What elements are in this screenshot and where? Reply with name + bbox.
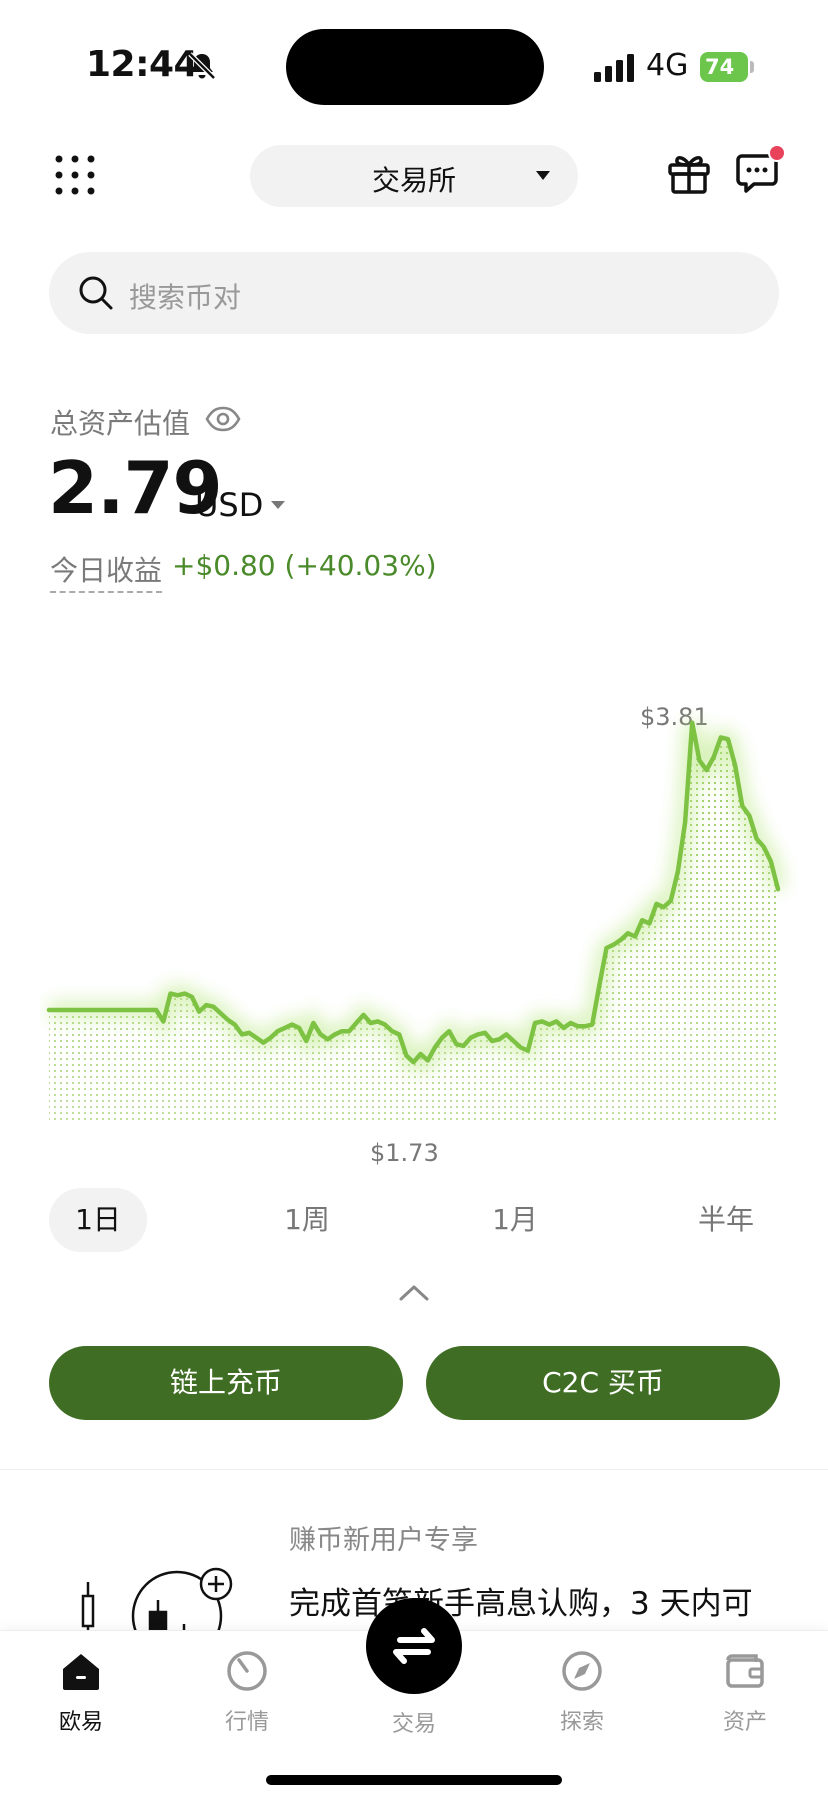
wallet-icon [722, 1648, 768, 1694]
search-icon [77, 274, 115, 312]
c2c-buy-button[interactable]: C2C 买币 [426, 1346, 780, 1420]
range-tab-1w[interactable]: 1周 [258, 1188, 356, 1252]
dynamic-island [286, 29, 544, 105]
candlestick-illustration [70, 1560, 240, 1640]
compass-icon [559, 1648, 605, 1694]
onchain-deposit-button[interactable]: 链上充币 [49, 1346, 403, 1420]
battery-level: 74 [700, 52, 748, 82]
notification-dot [768, 144, 786, 162]
status-time: 12:44 [86, 44, 198, 85]
apps-grid-icon[interactable] [54, 154, 96, 196]
promo-subtitle: 赚币新用户专享 [289, 1518, 478, 1557]
range-tab-1m[interactable]: 1月 [466, 1188, 564, 1252]
markets-gauge-icon [224, 1648, 270, 1694]
nav-markets-label: 行情 [187, 1704, 307, 1736]
total-assets-label: 总资产估值 [50, 402, 190, 442]
eye-icon[interactable] [205, 404, 241, 434]
today-pnl-label[interactable]: 今日收益 [50, 549, 162, 593]
nav-trade-label: 交易 [354, 1706, 474, 1738]
nav-assets[interactable]: 资产 [685, 1648, 805, 1736]
nav-assets-label: 资产 [685, 1704, 805, 1736]
signal-icon [594, 54, 636, 82]
battery-icon: 74 [700, 52, 754, 82]
asset-chart[interactable] [40, 690, 800, 1170]
caret-down-icon [536, 171, 550, 180]
gift-icon[interactable] [666, 150, 712, 196]
divider [0, 1469, 828, 1470]
nav-home-label: 欧易 [21, 1704, 141, 1736]
search-input[interactable]: 搜索币对 [49, 252, 779, 334]
chart-low-label: $1.73 [370, 1139, 439, 1167]
home-indicator [266, 1775, 562, 1785]
swap-arrows-icon [366, 1598, 462, 1694]
network-type: 4G [646, 48, 688, 83]
exchange-mode-selector[interactable]: 交易所 [250, 145, 578, 207]
today-pnl-value: +$0.80 (+40.03%) [172, 549, 437, 582]
currency-selector[interactable]: USD [195, 486, 263, 524]
chevron-up-icon[interactable] [398, 1282, 430, 1302]
search-placeholder: 搜索币对 [129, 276, 241, 316]
nav-trade-button[interactable] [366, 1598, 462, 1694]
home-icon [58, 1648, 104, 1694]
exchange-mode-label: 交易所 [250, 159, 578, 199]
nav-discover-label: 探索 [522, 1704, 642, 1736]
promo-title[interactable]: 完成首笔新手高息认购，3 天内可 [289, 1578, 753, 1623]
nav-discover[interactable]: 探索 [522, 1648, 642, 1736]
nav-markets[interactable]: 行情 [187, 1648, 307, 1736]
range-tab-1d[interactable]: 1日 [49, 1188, 147, 1252]
nav-home[interactable]: 欧易 [21, 1648, 141, 1736]
range-tab-6m[interactable]: 半年 [674, 1188, 778, 1252]
caret-down-icon[interactable] [271, 501, 285, 509]
bell-muted-icon [186, 50, 218, 82]
